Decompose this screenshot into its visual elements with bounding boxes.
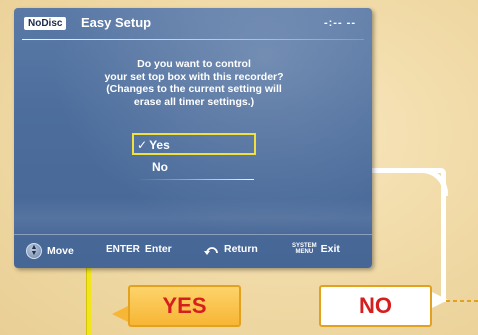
enter-key-icon: ENTER [106, 243, 140, 255]
guide-move: ▲ ▼ Move [26, 243, 74, 259]
dashed-guide-line [446, 300, 478, 302]
guide-return-label: Return [224, 243, 258, 255]
no-connector-vertical [441, 172, 446, 302]
clock-display: -:-- -- [323, 17, 356, 29]
guide-exit-label: Exit [320, 243, 340, 255]
question-text: Do you want to control your set top box … [54, 58, 334, 108]
footer-divider [14, 234, 372, 235]
guide-return: Return [204, 243, 258, 255]
header-divider [22, 39, 364, 40]
question-line: erase all timer settings.) [133, 95, 255, 108]
option-no[interactable]: No [136, 158, 256, 178]
guide-enter: ENTER Enter [106, 243, 172, 255]
disc-status-badge: NoDisc [24, 17, 67, 30]
dialog-header: NoDisc Easy Setup -:-- -- [14, 8, 372, 38]
guide-enter-label: Enter [144, 243, 172, 255]
yes-callout: YES [128, 285, 241, 327]
decorative-swoosh [14, 198, 372, 238]
question-line: your set top box with this recorder? [104, 70, 284, 83]
no-callout: NO [319, 285, 432, 327]
button-guide: ▲ ▼ Move ENTER Enter Return SYSTEM MENU E… [14, 238, 372, 262]
yes-callout-pointer [112, 306, 128, 322]
question-line: (Changes to the current setting will [106, 83, 282, 95]
return-arrow-icon [204, 247, 218, 255]
guide-exit: SYSTEM MENU Exit [292, 243, 340, 255]
option-no-label: No [152, 160, 168, 174]
system-menu-key-icon: SYSTEM MENU [292, 243, 317, 255]
option-yes[interactable]: ✓ Yes [132, 133, 256, 155]
question-line: Do you want to control [137, 58, 251, 70]
dialog-title: Easy Setup [81, 15, 152, 30]
system-key-line: MENU [295, 249, 314, 255]
easy-setup-dialog: NoDisc Easy Setup -:-- -- Do you want to… [14, 8, 372, 268]
option-yes-label: Yes [149, 138, 170, 152]
guide-move-label: Move [47, 245, 74, 257]
checkmark-icon: ✓ [137, 138, 148, 152]
option-no-underline [136, 179, 254, 180]
directional-pad-icon: ▲ ▼ [26, 243, 42, 259]
